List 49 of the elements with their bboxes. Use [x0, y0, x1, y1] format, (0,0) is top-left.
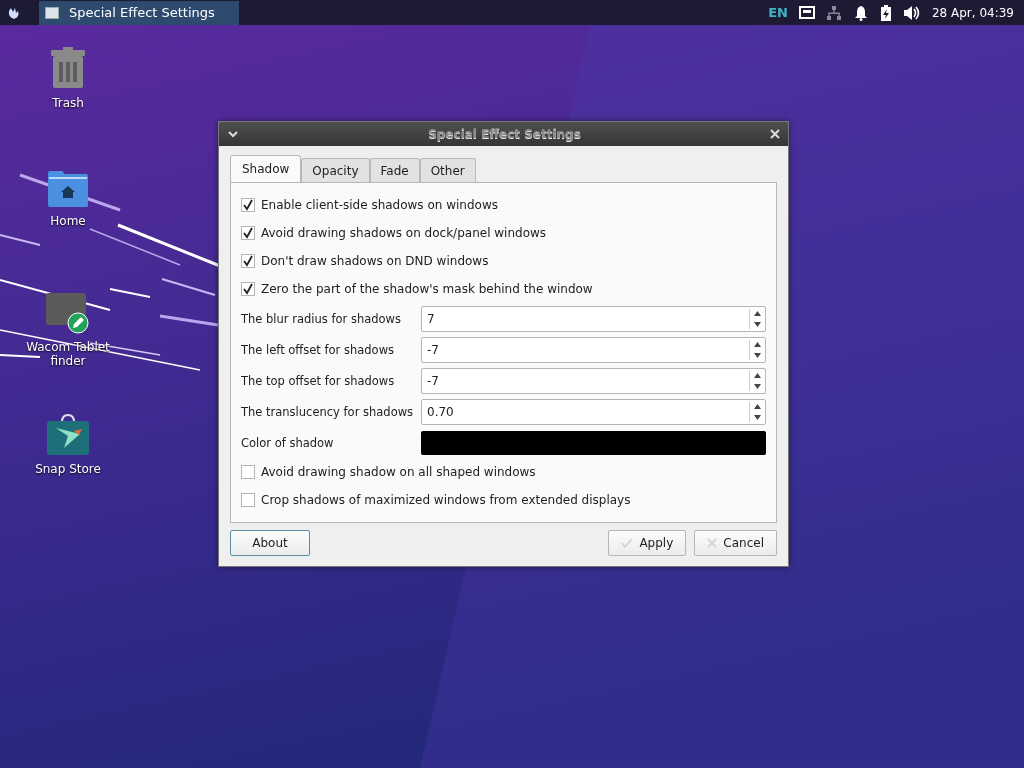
- color-picker-button[interactable]: [421, 430, 766, 455]
- checkbox[interactable]: [241, 254, 255, 268]
- checkbox-label[interactable]: Don't draw shadows on DND windows: [261, 254, 489, 268]
- apply-button[interactable]: Apply: [608, 530, 687, 556]
- spin-box[interactable]: -7: [421, 367, 766, 394]
- checkbox-label[interactable]: Avoid drawing shadow on all shaped windows: [261, 465, 536, 479]
- checkbox-label[interactable]: Crop shadows of maximized windows from extended displays: [261, 493, 631, 507]
- desktop-icon-label[interactable]: Snap Store: [18, 462, 118, 476]
- check-icon: [621, 538, 634, 548]
- tab[interactable]: Opacity: [301, 158, 370, 182]
- spin-box[interactable]: -7: [421, 336, 766, 363]
- home-folder-icon[interactable]: [47, 170, 89, 208]
- window-title: Special Effect Settings: [427, 127, 582, 141]
- field-label: Color of shadow: [241, 435, 335, 450]
- network-icon[interactable]: [825, 4, 842, 21]
- volume-icon[interactable]: [902, 4, 921, 21]
- keyboard-layout-indicator[interactable]: EN: [768, 5, 788, 20]
- clock[interactable]: 28 Apr, 04:39: [931, 5, 1014, 20]
- tab[interactable]: Shadow: [230, 155, 302, 182]
- spin-box[interactable]: 7: [421, 305, 766, 332]
- battery-icon[interactable]: [879, 4, 892, 21]
- display-icon[interactable]: [798, 5, 815, 20]
- spin-box[interactable]: 0.70: [421, 398, 766, 425]
- checkbox-label[interactable]: Enable client-side shadows on windows: [261, 198, 498, 212]
- trash-icon[interactable]: [48, 46, 88, 90]
- field-label: The top offset for shadows: [241, 373, 396, 388]
- checkbox-label[interactable]: Avoid drawing shadows on dock/panel windows: [261, 226, 547, 240]
- cancel-button[interactable]: Cancel: [694, 530, 777, 556]
- checkbox[interactable]: [241, 493, 255, 507]
- checkbox[interactable]: [241, 465, 255, 479]
- field-label: The translucency for shadows: [241, 404, 415, 419]
- tab[interactable]: Other: [419, 158, 476, 182]
- desktop-icon-label[interactable]: Trash: [18, 96, 118, 110]
- about-button[interactable]: About: [230, 530, 310, 556]
- tab[interactable]: Fade: [369, 158, 420, 182]
- tablet-pen-icon[interactable]: [45, 292, 91, 334]
- checkbox[interactable]: [241, 198, 255, 212]
- checkbox[interactable]: [241, 282, 255, 296]
- taskbar-window-button[interactable]: Special Effect Settings: [39, 0, 239, 25]
- close-icon[interactable]: [770, 129, 780, 139]
- checkbox-label[interactable]: Zero the part of the shadow's mask behind the window: [261, 282, 593, 296]
- field-label: The left offset for shadows: [241, 342, 396, 357]
- field-label: The blur radius for shadows: [241, 311, 402, 326]
- cross-icon: [707, 538, 718, 548]
- shopping-bag-icon[interactable]: [46, 414, 90, 456]
- checkbox[interactable]: [241, 226, 255, 240]
- window-menu-icon[interactable]: [227, 129, 239, 139]
- desktop-icon-label[interactable]: Home: [18, 214, 118, 228]
- window-icon: [45, 6, 59, 19]
